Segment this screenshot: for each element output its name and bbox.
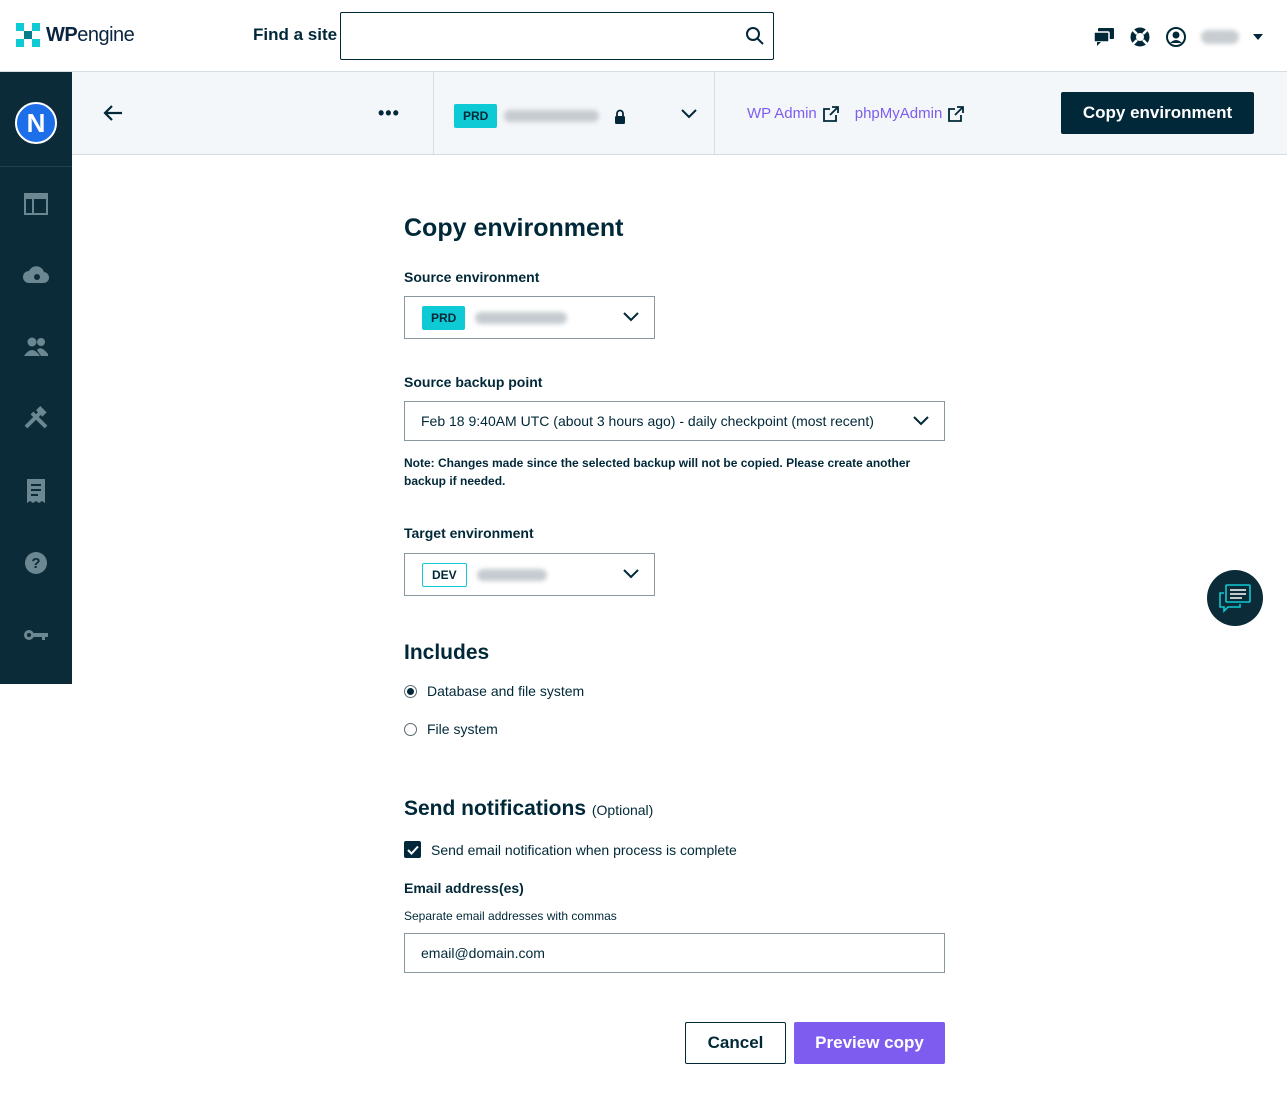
tools-icon[interactable] [22, 405, 50, 433]
target-environment-label: Target environment [404, 525, 534, 541]
logo-text: WPengine [46, 23, 135, 46]
support-icon[interactable] [1129, 26, 1151, 48]
email-address-input[interactable] [404, 933, 945, 973]
billing-icon[interactable] [22, 477, 50, 505]
prd-env-tag: PRD [454, 104, 498, 128]
search-icon[interactable] [745, 26, 765, 46]
svg-text:?: ? [31, 555, 40, 572]
checkbox-checked[interactable] [404, 841, 421, 858]
source-environment-label: Source environment [404, 269, 540, 285]
environment-switcher[interactable]: PRD [434, 72, 715, 154]
user-name-blurred[interactable] [1201, 30, 1239, 44]
page-title: Copy environment [404, 214, 624, 242]
prd-env-tag: PRD [422, 305, 466, 330]
cancel-button[interactable]: Cancel [685, 1022, 786, 1064]
source-environment-select[interactable]: PRD [404, 296, 655, 339]
top-bar: WPengine Find a site [0, 0, 1287, 72]
target-environment-select[interactable]: DEV [404, 553, 655, 596]
top-right-icons [1093, 26, 1263, 48]
dev-env-tag: DEV [422, 562, 467, 587]
more-options-icon[interactable]: ••• [378, 103, 400, 124]
users-icon[interactable] [22, 333, 50, 361]
wpengine-logo[interactable]: WPengine [16, 23, 135, 47]
admin-links: WP Admin phpMyAdmin [747, 105, 965, 122]
email-address-label: Email address(es) [404, 880, 524, 896]
preview-copy-button[interactable]: Preview copy [794, 1022, 945, 1064]
radio-database-and-files[interactable]: Database and file system [404, 683, 584, 699]
includes-heading: Includes [404, 641, 490, 664]
copy-environment-button[interactable]: Copy environment [1061, 92, 1254, 134]
environment-name-blurred [504, 110, 599, 122]
cloud-icon[interactable] [22, 261, 50, 289]
wpengine-logo-icon [16, 23, 40, 47]
back-arrow-icon[interactable] [102, 102, 124, 124]
find-a-site-label: Find a site [253, 25, 338, 44]
source-backup-value: Feb 18 9:40AM UTC (about 3 hours ago) - … [421, 413, 874, 429]
key-icon[interactable] [22, 621, 50, 649]
send-email-checkbox-row[interactable]: Send email notification when process is … [404, 841, 737, 858]
radio-label: Database and file system [427, 683, 585, 699]
external-link-icon [822, 105, 839, 122]
help-icon[interactable]: ? [22, 549, 50, 577]
chevron-down-icon [913, 416, 929, 426]
send-email-label: Send email notification when process is … [431, 841, 737, 858]
left-sidebar: N ? [0, 72, 72, 684]
phpmyadmin-link[interactable]: phpMyAdmin [855, 105, 965, 122]
dashboard-icon[interactable] [22, 190, 50, 218]
chevron-down-icon [623, 312, 639, 322]
target-env-name-blurred [476, 568, 547, 581]
caret-down-icon[interactable] [1253, 34, 1263, 40]
chat-support-button[interactable] [1207, 570, 1263, 626]
source-backup-select[interactable]: Feb 18 9:40AM UTC (about 3 hours ago) - … [404, 401, 945, 441]
chevron-down-icon[interactable] [680, 108, 698, 120]
notifications-heading: Send notifications (Optional) [404, 797, 654, 820]
user-avatar-icon[interactable] [1165, 26, 1187, 48]
wp-admin-link[interactable]: WP Admin [747, 105, 839, 122]
backup-note: Note: Changes made since the selected ba… [404, 456, 911, 488]
source-backup-label: Source backup point [404, 374, 543, 390]
site-nav-section: ••• [72, 72, 434, 154]
email-helper-text: Separate email addresses with commas [404, 909, 617, 923]
lock-icon [615, 109, 625, 124]
account-avatar[interactable]: N [15, 102, 57, 144]
radio-button[interactable] [404, 722, 417, 736]
sidebar-divider [0, 166, 72, 167]
find-site-field[interactable] [340, 12, 774, 60]
radio-file-system[interactable]: File system [404, 721, 498, 737]
site-subheader: ••• PRD WP Admin phpMyAdmin Copy environ… [72, 72, 1287, 155]
radio-label: File system [427, 721, 498, 737]
checkmark-icon [406, 845, 419, 855]
radio-button-selected[interactable] [404, 684, 417, 698]
source-env-name-blurred [475, 311, 568, 324]
chevron-down-icon [623, 569, 639, 579]
find-site-input[interactable] [341, 13, 731, 59]
optional-tag: (Optional) [591, 802, 654, 818]
external-link-icon [948, 105, 965, 122]
chat-bubble-icon [1219, 584, 1251, 613]
chat-icon[interactable] [1093, 26, 1115, 48]
